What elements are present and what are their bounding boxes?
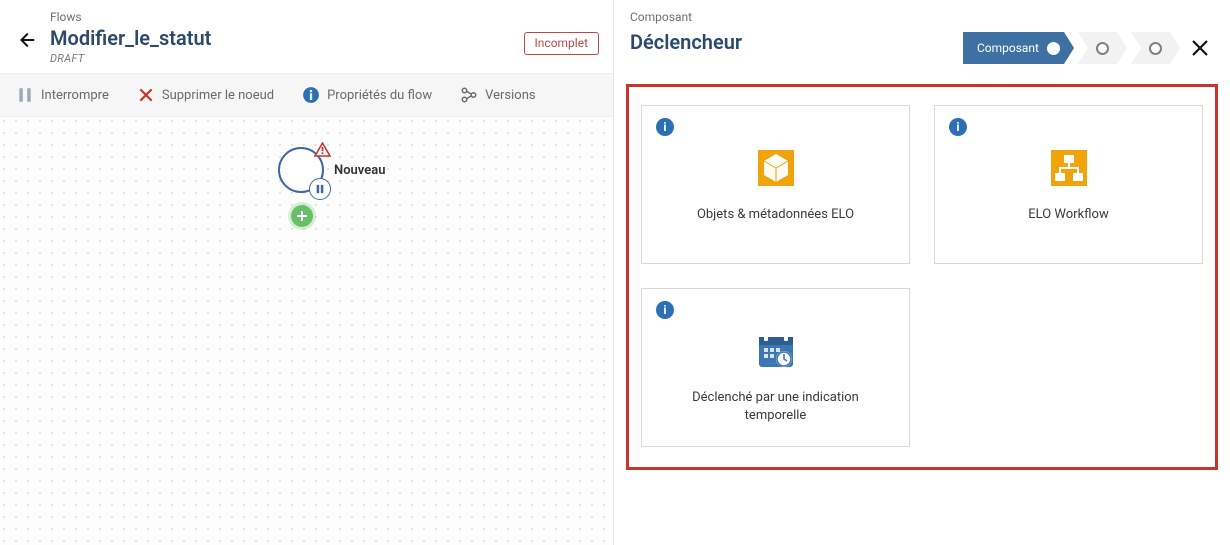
node-pause-icon <box>309 178 331 200</box>
action-delete-node[interactable]: Supprimer le noeud <box>137 86 274 104</box>
card-elo-workflow[interactable]: i ELO Workflow <box>934 105 1203 264</box>
composant-eyebrow: Composant <box>630 10 742 24</box>
node-circle <box>278 147 324 193</box>
flow-title: Modifier_le_statut <box>50 26 211 50</box>
flows-eyebrow: Flows <box>50 10 211 24</box>
close-icon <box>1191 39 1209 57</box>
left-header: Flows Modifier_le_statut DRAFT Incomplet <box>0 0 613 73</box>
back-button[interactable] <box>14 28 38 52</box>
versions-icon <box>460 86 478 104</box>
flow-node-start[interactable]: Nouveau <box>278 147 385 193</box>
info-icon <box>302 86 320 104</box>
plus-icon <box>297 211 307 221</box>
incomplete-badge: Incomplet <box>524 32 599 55</box>
flow-editor-panel: Flows Modifier_le_statut DRAFT Incomplet… <box>0 0 614 545</box>
action-bar: Interrompre Supprimer le noeud Propriété… <box>0 73 613 117</box>
action-flow-properties-label: Propriétés du flow <box>327 88 432 103</box>
right-body: i Objets & métadonnées ELO i ELO Workflo… <box>614 74 1230 545</box>
step-dot-icon <box>1047 42 1060 55</box>
step-2[interactable] <box>1078 32 1127 64</box>
action-versions[interactable]: Versions <box>460 86 535 104</box>
arrow-left-icon <box>15 29 37 51</box>
cube-icon <box>756 148 796 188</box>
right-title: Déclencheur <box>630 30 742 54</box>
action-flow-properties[interactable]: Propriétés du flow <box>302 86 432 104</box>
warning-icon <box>314 142 331 157</box>
flow-status: DRAFT <box>50 52 211 65</box>
action-interrupt-label: Interrompre <box>41 88 109 103</box>
card-info-icon[interactable]: i <box>656 301 674 319</box>
action-interrupt[interactable]: Interrompre <box>16 86 109 104</box>
card-elo-objects-label: Objets & métadonnées ELO <box>697 206 854 224</box>
step-dot-icon <box>1149 42 1162 55</box>
node-label: Nouveau <box>334 163 385 178</box>
card-info-icon[interactable]: i <box>949 118 967 136</box>
action-delete-node-label: Supprimer le noeud <box>162 88 274 103</box>
step-dot-icon <box>1096 42 1109 55</box>
step-progress: Composant <box>963 32 1180 64</box>
x-icon <box>137 86 155 104</box>
step-composant[interactable]: Composant <box>963 32 1074 64</box>
step-3[interactable] <box>1131 32 1180 64</box>
pause-icon <box>16 86 34 104</box>
right-header: Composant Déclencheur Composant <box>614 0 1230 74</box>
step-composant-label: Composant <box>977 41 1039 55</box>
add-node-button[interactable] <box>291 205 313 227</box>
card-time-trigger-label: Déclenché par une indication temporelle <box>686 389 866 424</box>
close-button[interactable] <box>1186 34 1214 62</box>
action-versions-label: Versions <box>485 88 535 103</box>
calendar-clock-icon <box>756 331 796 371</box>
card-info-icon[interactable]: i <box>656 118 674 136</box>
card-elo-workflow-label: ELO Workflow <box>1028 206 1108 224</box>
card-time-trigger[interactable]: i Déclenché par une indication temporell… <box>641 288 910 447</box>
flow-canvas[interactable]: Nouveau <box>0 117 613 545</box>
trigger-cards-highlight: i Objets & métadonnées ELO i ELO Workflo… <box>626 84 1218 470</box>
workflow-icon <box>1049 148 1089 188</box>
card-elo-objects[interactable]: i Objets & métadonnées ELO <box>641 105 910 264</box>
right-panel: Composant Déclencheur Composant <box>614 0 1230 545</box>
